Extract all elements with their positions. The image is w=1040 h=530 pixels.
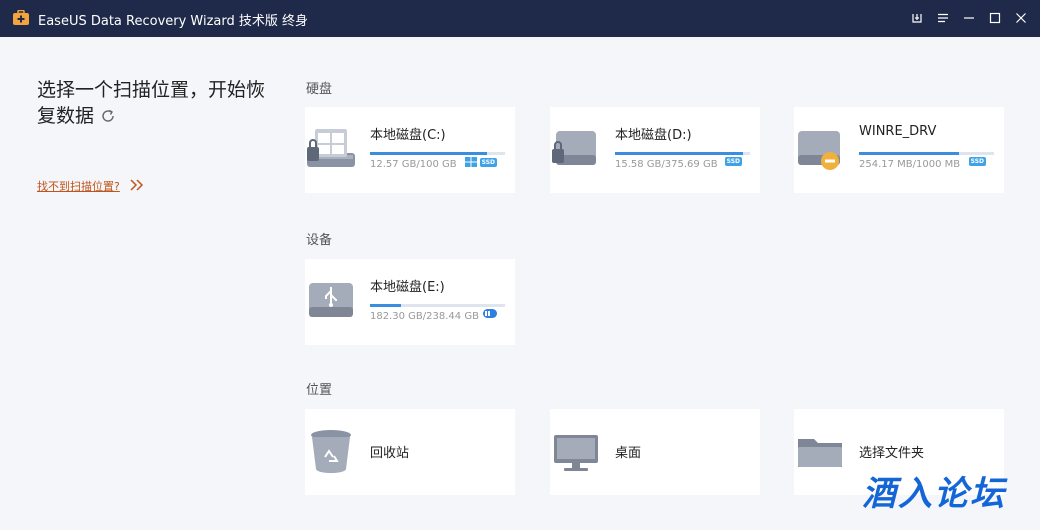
disk-usage-fill (859, 152, 959, 155)
disk-usage-bar (615, 152, 750, 155)
recycle-bin-icon (311, 430, 351, 473)
disk-name: 本地磁盘(C:) (370, 128, 446, 143)
maximize-icon (989, 12, 1001, 24)
maximize-button[interactable] (982, 6, 1008, 30)
close-icon (1016, 13, 1026, 23)
folder-icon (798, 439, 842, 467)
menu-button[interactable] (930, 6, 956, 30)
ssd-badge: SSD (968, 157, 986, 166)
disk-usage-fill (370, 304, 402, 307)
ssd-badge: SSD (724, 157, 742, 166)
scan-location-area: 硬盘 本地磁盘(C:) 12.57 GB/100 GB SSD 本地磁盘(D:) (285, 37, 1040, 530)
location-name: 桌面 (615, 446, 642, 461)
page-title: 选择一个扫描位置，开始恢复数据 (37, 77, 277, 129)
double-chevron-right-icon[interactable] (129, 178, 145, 192)
menu-icon (938, 13, 948, 23)
page-title-text: 选择一个扫描位置，开始恢复数据 (37, 79, 266, 127)
disk-usage-bar (370, 152, 505, 155)
disk-name: 本地磁盘(E:) (370, 280, 445, 295)
disk-name: WINRE_DRV (859, 124, 937, 139)
ssd-badge: SSD (479, 157, 497, 167)
location-name: 选择文件夹 (859, 446, 925, 461)
app-logo-icon (13, 10, 29, 25)
disk-size: 12.57 GB/100 GB (370, 159, 457, 170)
disk-size: 254.17 MB/1000 MB (859, 159, 961, 170)
windows-icon (464, 157, 477, 167)
disk-usage-fill (615, 152, 744, 155)
disk-card-e[interactable]: 本地磁盘(E:) 182.30 GB/238.44 GB (305, 259, 515, 345)
title-bar: EaseUS Data Recovery Wizard 技术版 终身 (0, 0, 1040, 37)
location-card-recycle-bin[interactable]: 回收站 (305, 409, 515, 495)
hard-drive-icon (552, 131, 596, 165)
feedback-button[interactable] (904, 6, 930, 30)
section-label-disks: 硬盘 (306, 82, 333, 97)
section-label-locations: 位置 (306, 383, 333, 398)
disk-usage-bar (859, 152, 994, 155)
refresh-icon[interactable] (100, 108, 116, 124)
disk-card-winre[interactable]: WINRE_DRV 254.17 MB/1000 MB SSD (794, 107, 1004, 193)
disk-size: 15.58 GB/375.69 GB (615, 159, 718, 170)
close-button[interactable] (1008, 6, 1034, 30)
usb-icon (483, 309, 497, 318)
left-panel: 选择一个扫描位置，开始恢复数据 找不到扫描位置? (0, 37, 285, 530)
minimize-button[interactable] (956, 6, 982, 30)
location-card-desktop[interactable]: 桌面 (550, 409, 760, 495)
disk-name: 本地磁盘(D:) (615, 128, 692, 143)
disk-size: 182.30 GB/238.44 GB (370, 311, 479, 322)
forum-watermark: 酒入论坛 (862, 474, 1006, 514)
location-name: 回收站 (370, 446, 410, 461)
desktop-icon (554, 435, 598, 471)
windows-drive-icon (307, 129, 355, 167)
window-title: EaseUS Data Recovery Wizard 技术版 终身 (38, 14, 309, 29)
cannot-find-location-link[interactable]: 找不到扫描位置? (37, 178, 120, 194)
disk-usage-bar (370, 304, 505, 307)
disk-card-c[interactable]: 本地磁盘(C:) 12.57 GB/100 GB SSD (305, 107, 515, 193)
disk-card-d[interactable]: 本地磁盘(D:) 15.58 GB/375.69 GB SSD (550, 107, 760, 193)
feedback-icon (912, 14, 922, 23)
usb-drive-icon (309, 283, 353, 317)
hidden-drive-icon (798, 131, 840, 170)
minimize-icon (964, 17, 974, 19)
disk-usage-fill (370, 152, 488, 155)
section-label-devices: 设备 (306, 233, 333, 248)
